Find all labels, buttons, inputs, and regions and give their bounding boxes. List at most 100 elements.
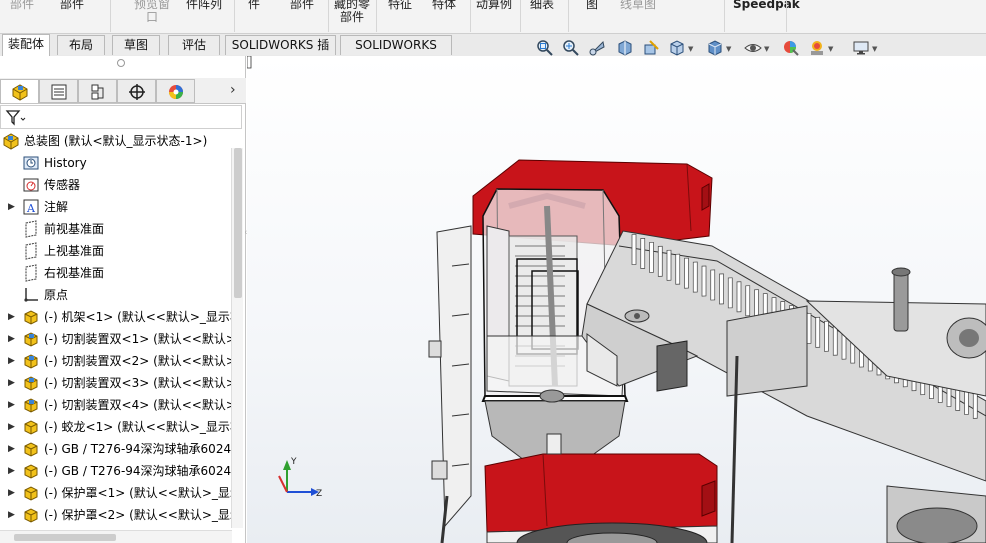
ribbon-separator [724, 0, 725, 32]
filter-icon[interactable] [5, 109, 27, 127]
view-settings-icon[interactable] [852, 39, 870, 57]
tab-evaluate[interactable]: 评估 [168, 35, 220, 55]
graphics-viewport[interactable]: Y Z [247, 56, 986, 543]
chevron-down-icon[interactable]: ▼ [726, 45, 731, 53]
expand-arrow-icon[interactable]: ▶ [8, 306, 15, 328]
propertymanager-tab[interactable] [39, 79, 78, 103]
subassembly-icon [24, 398, 38, 413]
tab-solidworks-mbd[interactable]: SOLIDWORKS MBD [340, 35, 452, 71]
expand-arrow-icon[interactable]: ▶ [8, 196, 15, 218]
section-view-icon[interactable] [616, 39, 634, 57]
tree-node[interactable]: 总装图 (默认<默认_显示状态-1>) [0, 130, 232, 152]
ribbon-button-1[interactable]: 部件 [60, 0, 84, 10]
display-style-icon[interactable] [706, 39, 724, 57]
dimxpert-tab[interactable] [117, 79, 156, 103]
tab-assembly[interactable]: 装配体 [2, 34, 50, 56]
ribbon-button-3[interactable]: 件阵列 [186, 0, 222, 10]
part-icon [24, 310, 38, 325]
tree-vertical-scrollbar[interactable] [231, 148, 243, 528]
chevron-down-icon[interactable]: ▼ [764, 45, 769, 53]
tree-node-label: History [44, 156, 87, 170]
tab-layout[interactable]: 布局 [57, 35, 105, 55]
part-icon [24, 442, 38, 457]
ribbon-separator [520, 0, 521, 32]
tree-node[interactable]: 前视基准面 [0, 218, 232, 240]
conveyor-tooth [649, 241, 654, 273]
more-tabs-chevron-icon[interactable]: › [230, 82, 236, 98]
ribbon-button-9[interactable]: 动算例 [476, 0, 512, 10]
tree-node[interactable]: 上视基准面 [0, 240, 232, 262]
ribbon-button-10[interactable]: 细表 [530, 0, 554, 10]
expand-arrow-icon[interactable]: ▶ [8, 460, 15, 482]
edit-appearance-icon[interactable] [782, 39, 800, 57]
conveyor-tooth [727, 277, 733, 309]
tree-node[interactable]: 传感器 [0, 174, 232, 196]
zoom-area-icon[interactable] [562, 39, 580, 57]
ribbon-button-2[interactable]: 预览窗 口 [132, 0, 172, 24]
configurationmanager-icon [91, 84, 104, 100]
sensor-icon [23, 178, 39, 192]
ribbon-button-7[interactable]: 特征 [388, 0, 412, 10]
conveyor-tooth [701, 265, 707, 297]
scrollbar-thumb[interactable] [234, 148, 242, 298]
expand-arrow-icon[interactable]: ▶ [8, 482, 15, 504]
expand-arrow-icon[interactable]: ▶ [8, 394, 15, 416]
tree-node[interactable]: ▶ (-) 机架<1> (默认<<默认>_显示状 [0, 306, 232, 328]
chevron-down-icon[interactable]: ▼ [872, 45, 877, 53]
conveyor-tooth [640, 237, 646, 269]
expand-arrow-icon[interactable]: ▶ [8, 350, 15, 372]
tree-node[interactable]: ▶ (-) 切割装置双<3> (默认<<默认>_显 [0, 372, 232, 394]
tree-filter-bar[interactable] [0, 105, 242, 129]
expand-arrow-icon[interactable]: ▶ [8, 416, 15, 438]
conveyor-tooth [666, 249, 672, 281]
tree-node[interactable]: ▶ (-) GB / T276-94深沟球轴承6024 [0, 438, 232, 460]
view-orientation-icon[interactable] [668, 39, 686, 57]
featuremanager-panel: › 总装图 (默认<默认_显示状态-1>) History 传感器 ▶ A 注解 前视基准面… [0, 56, 246, 543]
ribbon-button-12[interactable]: 线草图 [620, 0, 656, 10]
ribbon-button-4[interactable]: 件 [248, 0, 260, 10]
expand-arrow-icon[interactable]: ▶ [8, 372, 15, 394]
ribbon-separator [568, 0, 569, 32]
ribbon-button-speedpak[interactable]: Speedpak [733, 0, 800, 10]
subassembly-icon [24, 376, 38, 391]
tree-node[interactable]: ▶ (-) 切割装置双<4> (默认<<默认>_显 [0, 394, 232, 416]
expand-arrow-icon[interactable]: ▶ [8, 504, 15, 526]
tree-node[interactable]: ▶ (-) 保护罩<1> (默认<<默认>_显示 [0, 482, 232, 504]
tree-node[interactable]: ▶ (-) 蛟龙<1> (默认<<默认>_显示状 [0, 416, 232, 438]
tree-node[interactable]: ▶ (-) 切割装置双<1> (默认<<默认>_显 [0, 328, 232, 350]
ribbon-separator [376, 0, 377, 32]
tree-node[interactable]: History [0, 152, 232, 174]
tab-solidworks-addins[interactable]: SOLIDWORKS 插件 [225, 35, 336, 71]
displaymanager-tab[interactable] [156, 79, 195, 103]
chevron-down-icon[interactable]: ▼ [688, 45, 693, 53]
plane-icon [25, 220, 37, 238]
expand-arrow-icon[interactable]: ▶ [8, 328, 15, 350]
tree-node-label: (-) 保护罩<2> (默认<<默认>_显示 [44, 508, 232, 522]
configurationmanager-tab[interactable] [78, 79, 117, 103]
tree-node[interactable]: ▶ A 注解 [0, 196, 232, 218]
chevron-down-icon[interactable]: ▼ [828, 45, 833, 53]
hide-show-items-icon[interactable] [744, 39, 762, 57]
ribbon-separator [328, 0, 329, 32]
tree-node[interactable]: ▶ (-) 切割装置双<2> (默认<<默认>_显 [0, 350, 232, 372]
expand-arrow-icon[interactable]: ▶ [8, 438, 15, 460]
conveyor-tooth [719, 273, 724, 305]
ribbon-button-6[interactable]: 藏的零 部件 [332, 0, 372, 24]
panel-grip-handle[interactable] [117, 59, 125, 67]
ribbon-button-8[interactable]: 特体 [432, 0, 456, 10]
tree-node[interactable]: 右视基准面 [0, 262, 232, 284]
tree-node[interactable]: ▶ (-) GB / T276-94深沟球轴承6024 [0, 460, 232, 482]
zoom-to-fit-icon[interactable] [536, 39, 554, 57]
ribbon-button-5[interactable]: 部件 [290, 0, 314, 10]
tree-node[interactable]: ▶ (-) 保护罩<2> (默认<<默认>_显示 [0, 504, 232, 526]
apply-scene-icon[interactable] [808, 39, 826, 57]
previous-view-icon[interactable] [588, 39, 606, 57]
ribbon-button-11[interactable]: 图 [586, 0, 598, 10]
tree-horizontal-scrollbar[interactable] [0, 530, 232, 543]
ribbon-button-0[interactable]: 部件 [10, 0, 34, 10]
dynamic-annotation-icon[interactable] [642, 39, 660, 57]
featuremanager-tab[interactable] [0, 79, 39, 103]
tab-sketch[interactable]: 草图 [112, 35, 160, 55]
tree-node[interactable]: 原点 [0, 284, 232, 306]
scrollbar-thumb[interactable] [14, 534, 116, 541]
